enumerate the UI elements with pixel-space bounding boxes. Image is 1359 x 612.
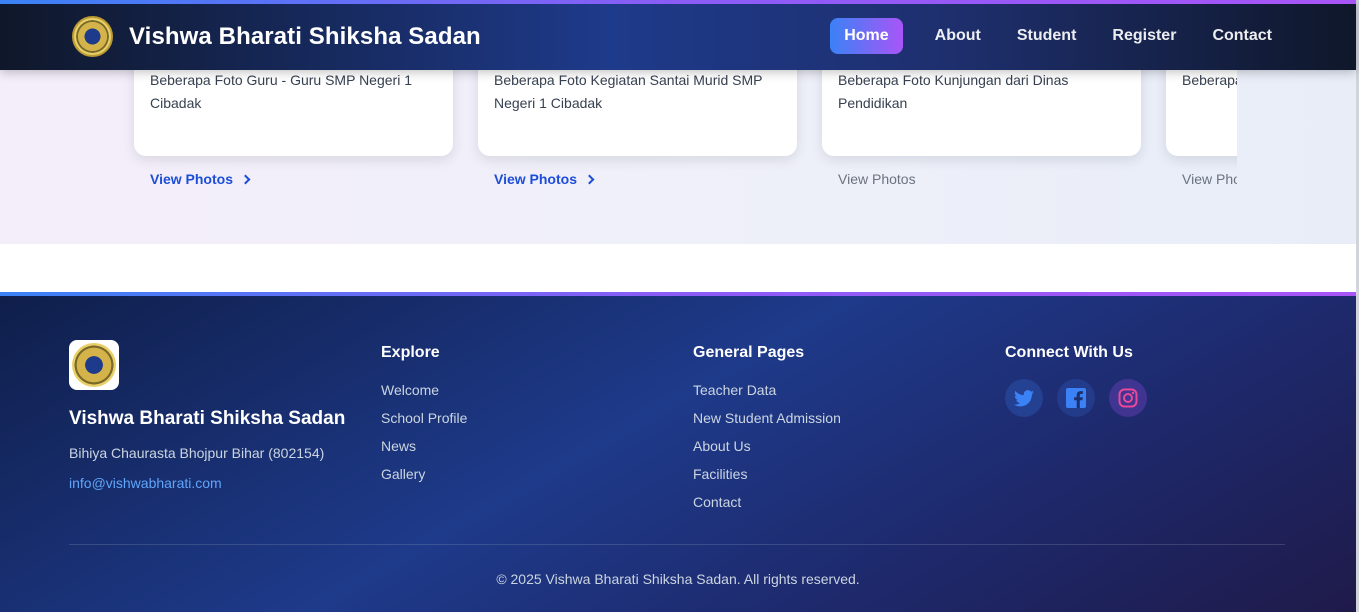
brand[interactable]: Vishwa Bharati Shiksha Sadan	[72, 16, 481, 57]
card-description: Beberapa Foto Guru - Guru SMP Negeri 1 C…	[150, 72, 412, 111]
footer-general-pages: General Pages Teacher Data New Student A…	[693, 344, 841, 520]
school-logo	[72, 343, 116, 387]
site-footer: Vishwa Bharati Shiksha Sadan Bihiya Chau…	[0, 292, 1356, 612]
chevron-right-icon	[584, 174, 595, 184]
general-pages-heading: General Pages	[693, 344, 805, 361]
copyright-text: © 2025 Vishwa Bharati Shiksha Sadan. All…	[496, 571, 860, 587]
site-header: Vishwa Bharati Shiksha Sadan Home About …	[0, 0, 1356, 70]
footer-link-news[interactable]: News	[381, 436, 467, 464]
footer-divider	[69, 544, 1285, 545]
footer-address: Bihiya Chaurasta Bhojpur Bihar (802154)	[69, 445, 325, 461]
footer-email-link[interactable]: info@vishwabharati.com	[69, 475, 222, 491]
facebook-button[interactable]	[1057, 379, 1095, 417]
card-description: Beberapa ... Negeri 1	[1182, 72, 1237, 88]
gallery-card: Beberapa ... Negeri 1 View Pho	[1166, 70, 1237, 187]
gallery-section: Beberapa Foto Guru - Guru SMP Negeri 1 C…	[0, 70, 1356, 244]
footer-connect: Connect With Us	[1005, 344, 1147, 417]
footer-brand-name: Vishwa Bharati Shiksha Sadan	[69, 408, 346, 429]
view-photos-label: View Photos	[838, 171, 916, 187]
school-logo	[72, 16, 113, 57]
view-photos-label: View Pho	[1182, 171, 1237, 187]
footer-link-welcome[interactable]: Welcome	[381, 380, 467, 408]
nav-contact[interactable]: Contact	[1198, 18, 1286, 54]
nav-about[interactable]: About	[921, 18, 995, 54]
card-description: Beberapa Foto Kunjungan dari Dinas Pendi…	[838, 72, 1069, 111]
footer-link-contact[interactable]: Contact	[693, 492, 841, 520]
brand-name: Vishwa Bharati Shiksha Sadan	[129, 22, 481, 50]
card-description: Beberapa Foto Kegiatan Santai Murid SMP …	[494, 72, 763, 111]
section-spacer	[0, 244, 1356, 292]
instagram-icon	[1118, 388, 1138, 408]
gallery-card: Beberapa Foto Kegiatan Santai Murid SMP …	[478, 70, 797, 187]
gallery-card: Beberapa Foto Guru - Guru SMP Negeri 1 C…	[134, 70, 453, 187]
view-photos-link[interactable]: View Pho	[1182, 171, 1237, 187]
gallery-card: Beberapa Foto Kunjungan dari Dinas Pendi…	[822, 70, 1141, 187]
nav-register[interactable]: Register	[1098, 18, 1190, 54]
footer-link-about-us[interactable]: About Us	[693, 436, 841, 464]
footer-link-facilities[interactable]: Facilities	[693, 464, 841, 492]
footer-link-gallery[interactable]: Gallery	[381, 464, 467, 492]
connect-heading: Connect With Us	[1005, 344, 1133, 361]
view-photos-link[interactable]: View Photos	[494, 171, 595, 187]
view-photos-label: View Photos	[494, 171, 577, 187]
instagram-button[interactable]	[1109, 379, 1147, 417]
twitter-icon	[1014, 389, 1034, 406]
view-photos-link[interactable]: View Photos	[838, 171, 916, 187]
twitter-button[interactable]	[1005, 379, 1043, 417]
footer-explore: Explore Welcome School Profile News Gall…	[381, 344, 467, 492]
nav-student[interactable]: Student	[1003, 18, 1091, 54]
gallery-carousel: Beberapa Foto Guru - Guru SMP Negeri 1 C…	[0, 70, 1237, 244]
footer-logo	[69, 340, 119, 390]
main-nav: Home About Student Register Contact	[830, 18, 1286, 54]
footer-link-teacher-data[interactable]: Teacher Data	[693, 380, 841, 408]
nav-home[interactable]: Home	[830, 18, 903, 54]
explore-heading: Explore	[381, 344, 440, 361]
footer-link-admission[interactable]: New Student Admission	[693, 408, 841, 436]
chevron-right-icon	[240, 174, 251, 184]
social-links	[1005, 379, 1147, 417]
view-photos-label: View Photos	[150, 171, 233, 187]
facebook-icon	[1066, 388, 1086, 408]
view-photos-link[interactable]: View Photos	[150, 171, 251, 187]
footer-link-school-profile[interactable]: School Profile	[381, 408, 467, 436]
